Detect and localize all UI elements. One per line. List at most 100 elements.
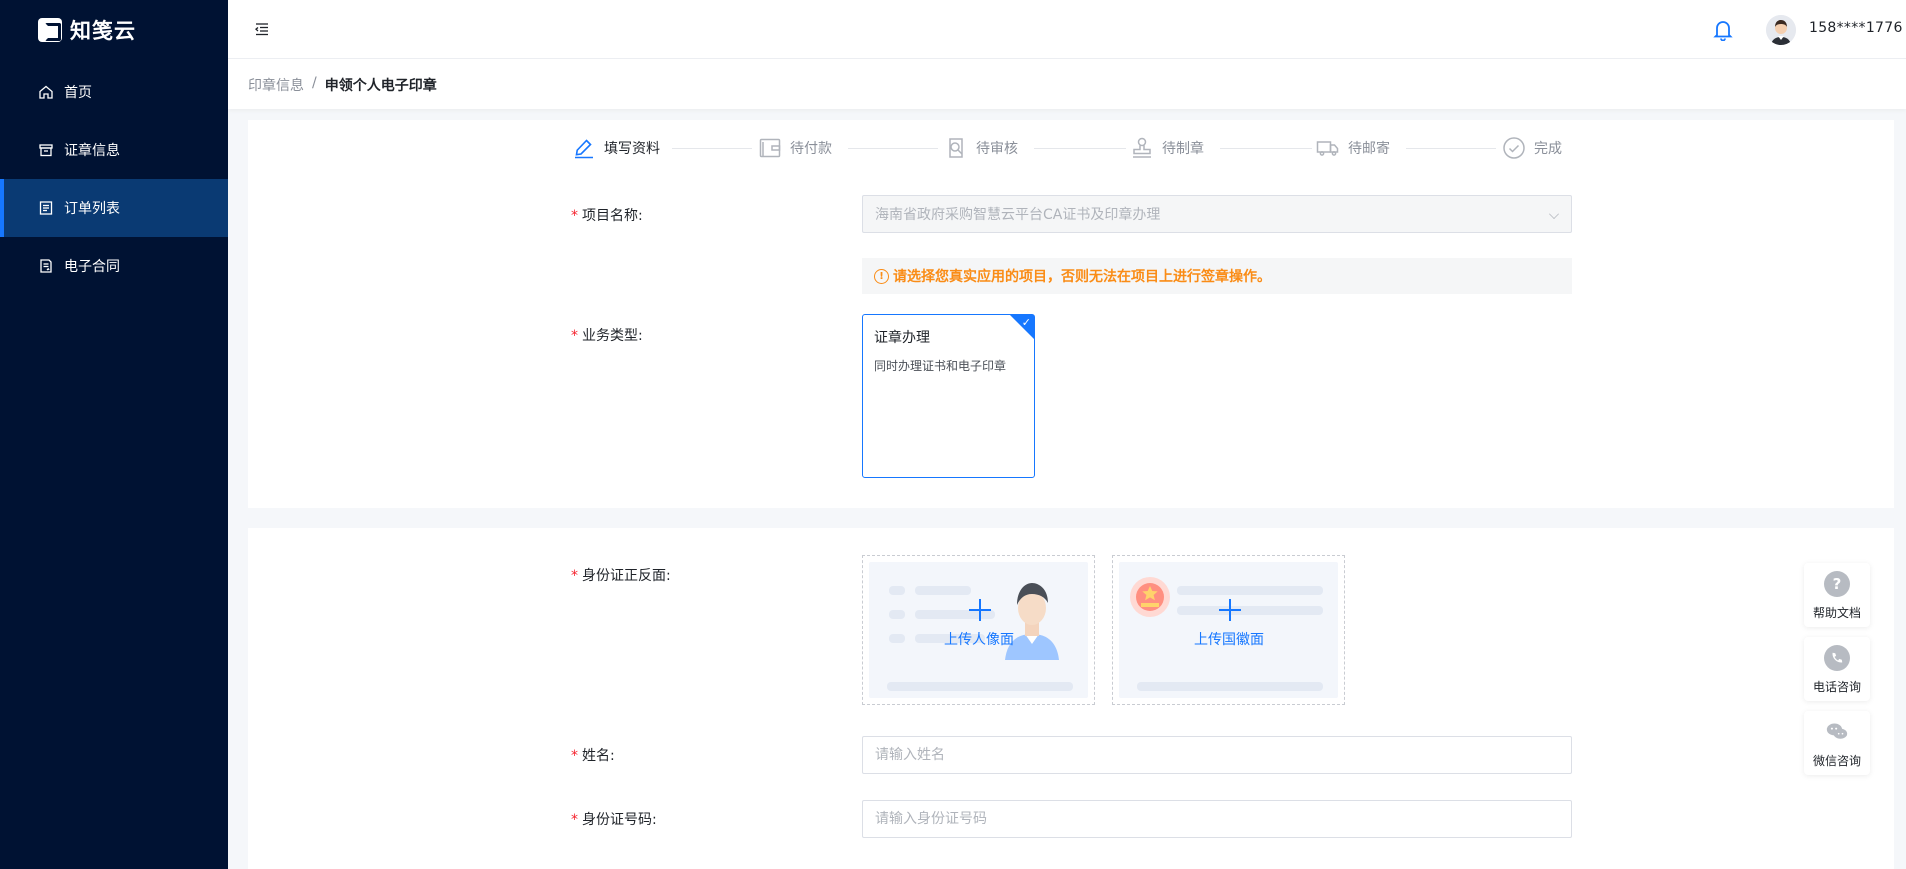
tool-label: 电话咨询 [1812,680,1861,694]
required-mark: * [571,812,578,828]
upload-id-back[interactable]: 上传国徽面 [1112,555,1345,705]
sidebar-item-home[interactable]: 首页 [0,63,228,121]
business-type-title: 证章办理 [874,330,930,346]
step-connector [1220,148,1312,149]
user-phone[interactable]: 158****1776 [1809,20,1903,36]
label-text: 项目名称: [582,208,643,224]
sidebar-item-e-contract[interactable]: 电子合同 [0,237,228,295]
phone-consult-button[interactable]: 电话咨询 [1804,637,1870,701]
placeholder-line [1177,586,1323,595]
warning-text: 请选择您真实应用的项目，否则无法在项目上进行签章操作。 [893,269,1271,285]
phone-icon [1824,645,1850,671]
required-mark: * [571,208,578,224]
tool-label: 帮助文档 [1812,606,1861,620]
step-pending-mail: 待邮寄 [1316,134,1390,162]
help-icon: ? [1824,571,1850,597]
wallet-icon [758,136,782,160]
home-icon [38,84,54,100]
placeholder-line [889,634,905,643]
step-label: 待邮寄 [1348,141,1390,157]
id-number-label: * 身份证号码: [571,809,657,829]
list-icon [38,200,54,216]
tool-label: 微信咨询 [1812,754,1861,768]
check-icon: ✓ [1021,316,1031,329]
step-connector [672,148,752,149]
help-docs-button[interactable]: ? 帮助文档 [1804,563,1870,627]
project-select[interactable]: 海南省政府采购智慧云平台CA证书及印章办理 [862,195,1572,233]
breadcrumb-separator: / [312,75,317,91]
step-label: 完成 [1534,141,1562,157]
sidebar-item-label: 电子合同 [64,259,120,275]
wechat-consult-button[interactable]: 微信咨询 [1804,711,1870,775]
step-label: 填写资料 [604,141,660,157]
breadcrumb: 印章信息 / 申领个人电子印章 [248,75,437,95]
breadcrumb-parent[interactable]: 印章信息 [248,75,304,95]
step-label: 待制章 [1162,141,1204,157]
sidebar-item-orders[interactable]: 订单列表 [0,179,228,237]
business-type-desc: 同时办理证书和电子印章 [874,359,1007,373]
business-type-card-selected[interactable]: ✓ 证章办理 同时办理证书和电子印章 [862,314,1035,478]
business-type-label: * 业务类型: [571,325,643,345]
placeholder-line [889,610,905,619]
sidebar-nav: 首页 证章信息 订单列表 电子合同 [0,63,228,295]
sidebar-item-label: 证章信息 [64,143,120,159]
id-number-input[interactable] [862,800,1572,838]
menu-toggle-icon[interactable] [254,21,270,37]
step-label: 待付款 [790,141,832,157]
step-pending-payment: 待付款 [758,134,832,162]
check-circle-icon [1502,136,1526,160]
label-text: 身份证正反面: [582,568,671,584]
avatar[interactable] [1766,15,1796,45]
brand-logo[interactable]: 知笺云 [38,16,136,44]
sidebar-item-label: 首页 [64,85,92,101]
upload-back-text: 上传国徽面 [1194,632,1264,648]
logo-icon [38,18,62,42]
required-mark: * [571,568,578,584]
warning-icon: ! [874,268,889,284]
label-text: 姓名: [582,748,615,764]
placeholder-line [889,586,905,595]
chevron-down-icon [1549,209,1559,219]
upload-id-front[interactable]: 上传人像面 [862,555,1095,705]
sidebar: 知笺云 首页 证章信息 订单列表 电子合同 [0,0,228,869]
top-header: 158****1776 [228,0,1906,59]
sidebar-item-seal-info[interactable]: 证章信息 [0,121,228,179]
review-icon [944,136,968,160]
step-pending-stamp: 待制章 [1130,134,1204,162]
required-mark: * [571,748,578,764]
placeholder-line [1177,606,1323,615]
project-warning: ! 请选择您真实应用的项目，否则无法在项目上进行签章操作。 [862,258,1572,294]
brand-name: 知笺云 [70,19,136,43]
edit-icon [572,136,596,160]
emblem-icon [1130,577,1170,617]
placeholder-line [915,586,971,595]
wechat-icon [1824,719,1850,745]
upload-front-text: 上传人像面 [944,632,1014,648]
stamp-icon [1130,136,1154,160]
name-label: * 姓名: [571,745,615,765]
project-name-label: * 项目名称: [571,205,643,225]
truck-icon [1316,136,1340,160]
placeholder-line [887,682,1073,691]
progress-steps: 填写资料 待付款 待审核 待制章 待邮寄 完成 [572,134,1572,162]
breadcrumb-current: 申领个人电子印章 [324,78,437,94]
form-panel-project [248,120,1894,508]
id-card-label: * 身份证正反面: [571,565,671,585]
step-pending-review: 待审核 [944,134,1018,162]
box-icon [38,142,54,158]
placeholder-line [1137,682,1323,691]
step-connector [1406,148,1496,149]
step-complete: 完成 [1502,134,1562,162]
plus-icon [969,599,991,621]
breadcrumb-bar: 印章信息 / 申领个人电子印章 [228,59,1906,109]
label-text: 业务类型: [582,328,643,344]
name-input[interactable] [862,736,1572,774]
step-connector [848,148,938,149]
bell-icon[interactable] [1713,19,1733,42]
plus-icon [1219,599,1241,621]
contract-icon [38,258,54,274]
step-label: 待审核 [976,141,1018,157]
label-text: 身份证号码: [582,812,657,828]
required-mark: * [571,328,578,344]
sidebar-item-label: 订单列表 [64,201,120,217]
